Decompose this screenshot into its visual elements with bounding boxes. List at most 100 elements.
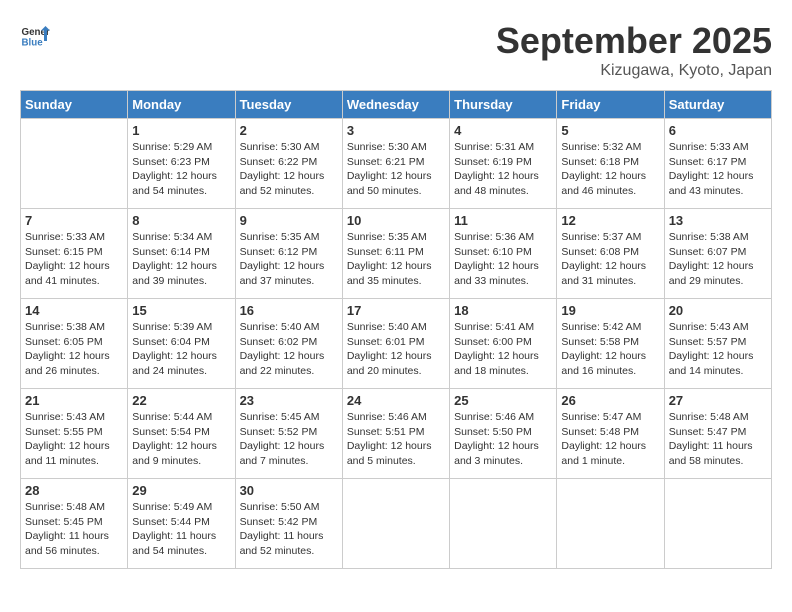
day-info: Sunrise: 5:29 AM Sunset: 6:23 PM Dayligh… xyxy=(132,140,230,199)
calendar-cell: 16 Sunrise: 5:40 AM Sunset: 6:02 PM Dayli… xyxy=(235,299,342,389)
svg-text:Blue: Blue xyxy=(22,38,44,49)
calendar-cell: 22Sunrise: 5:44 AM Sunset: 5:54 PM Dayli… xyxy=(128,389,235,479)
calendar-cell xyxy=(342,479,449,569)
month-title: September 2025 xyxy=(496,20,772,62)
calendar-cell: 7 Sunrise: 5:33 AM Sunset: 6:15 PM Daylig… xyxy=(21,209,128,299)
weekday-header: Friday xyxy=(557,91,664,119)
day-info: Sunrise: 5:43 AM Sunset: 5:55 PM Dayligh… xyxy=(25,410,123,469)
calendar-cell: 13 Sunrise: 5:38 AM Sunset: 6:07 PM Dayli… xyxy=(664,209,771,299)
calendar-cell: 14Sunrise: 5:38 AM Sunset: 6:05 PM Dayli… xyxy=(21,299,128,389)
day-info: Sunrise: 5:46 AM Sunset: 5:51 PM Dayligh… xyxy=(347,410,445,469)
day-info: Sunrise: 5:38 AM Sunset: 6:05 PM Dayligh… xyxy=(25,320,123,379)
day-number: 27 xyxy=(669,393,767,408)
calendar-week-row: 21 Sunrise: 5:43 AM Sunset: 5:55 PM Dayli… xyxy=(21,389,772,479)
calendar-cell: 29 Sunrise: 5:49 AM Sunset: 5:44 PM Dayli… xyxy=(128,479,235,569)
calendar-cell: 11 Sunrise: 5:36 AM Sunset: 6:10 PM Dayli… xyxy=(450,209,557,299)
weekday-header-row: SundayMondayTuesdayWednesdayThursdayFrid… xyxy=(21,91,772,119)
calendar-cell: 26 Sunrise: 5:47 AM Sunset: 5:48 PM Dayli… xyxy=(557,389,664,479)
weekday-header: Sunday xyxy=(21,91,128,119)
calendar-cell: 5Sunrise: 5:32 AM Sunset: 6:18 PM Daylig… xyxy=(557,119,664,209)
calendar-week-row: 7 Sunrise: 5:33 AM Sunset: 6:15 PM Daylig… xyxy=(21,209,772,299)
day-number: 17 xyxy=(347,303,445,318)
day-info: Sunrise: 5:39 AM Sunset: 6:04 PM Dayligh… xyxy=(132,320,230,379)
day-number: 11 xyxy=(454,213,552,228)
location: Kizugawa, Kyoto, Japan xyxy=(496,62,772,80)
calendar-cell: 30 Sunrise: 5:50 AM Sunset: 5:42 PM Dayli… xyxy=(235,479,342,569)
day-number: 16 xyxy=(240,303,338,318)
day-number: 3 xyxy=(347,123,445,138)
calendar-cell: 21 Sunrise: 5:43 AM Sunset: 5:55 PM Dayli… xyxy=(21,389,128,479)
logo-icon: General Blue xyxy=(20,20,50,50)
day-info: Sunrise: 5:33 AM Sunset: 6:17 PM Dayligh… xyxy=(669,140,767,199)
day-info: Sunrise: 5:38 AM Sunset: 6:07 PM Dayligh… xyxy=(669,230,767,289)
calendar-cell: 8Sunrise: 5:34 AM Sunset: 6:14 PM Daylig… xyxy=(128,209,235,299)
day-info: Sunrise: 5:41 AM Sunset: 6:00 PM Dayligh… xyxy=(454,320,552,379)
calendar-cell: 4 Sunrise: 5:31 AM Sunset: 6:19 PM Daylig… xyxy=(450,119,557,209)
day-info: Sunrise: 5:48 AM Sunset: 5:45 PM Dayligh… xyxy=(25,500,123,559)
weekday-header: Tuesday xyxy=(235,91,342,119)
day-number: 29 xyxy=(132,483,230,498)
day-number: 26 xyxy=(561,393,659,408)
day-info: Sunrise: 5:42 AM Sunset: 5:58 PM Dayligh… xyxy=(561,320,659,379)
day-info: Sunrise: 5:49 AM Sunset: 5:44 PM Dayligh… xyxy=(132,500,230,559)
day-number: 15 xyxy=(132,303,230,318)
calendar-cell: 17 Sunrise: 5:40 AM Sunset: 6:01 PM Dayli… xyxy=(342,299,449,389)
day-info: Sunrise: 5:36 AM Sunset: 6:10 PM Dayligh… xyxy=(454,230,552,289)
logo: General Blue xyxy=(20,20,50,50)
calendar-cell: 18 Sunrise: 5:41 AM Sunset: 6:00 PM Dayli… xyxy=(450,299,557,389)
calendar-cell xyxy=(21,119,128,209)
day-info: Sunrise: 5:45 AM Sunset: 5:52 PM Dayligh… xyxy=(240,410,338,469)
day-number: 18 xyxy=(454,303,552,318)
day-number: 23 xyxy=(240,393,338,408)
calendar-cell: 23 Sunrise: 5:45 AM Sunset: 5:52 PM Dayli… xyxy=(235,389,342,479)
day-number: 28 xyxy=(25,483,123,498)
day-info: Sunrise: 5:35 AM Sunset: 6:11 PM Dayligh… xyxy=(347,230,445,289)
weekday-header: Saturday xyxy=(664,91,771,119)
day-number: 5 xyxy=(561,123,659,138)
day-info: Sunrise: 5:33 AM Sunset: 6:15 PM Dayligh… xyxy=(25,230,123,289)
day-number: 20 xyxy=(669,303,767,318)
page-header: General Blue September 2025 Kizugawa, Ky… xyxy=(20,20,772,80)
day-number: 1 xyxy=(132,123,230,138)
calendar-cell: 2 Sunrise: 5:30 AM Sunset: 6:22 PM Daylig… xyxy=(235,119,342,209)
day-info: Sunrise: 5:44 AM Sunset: 5:54 PM Dayligh… xyxy=(132,410,230,469)
day-number: 10 xyxy=(347,213,445,228)
calendar-cell xyxy=(664,479,771,569)
calendar-cell: 9Sunrise: 5:35 AM Sunset: 6:12 PM Daylig… xyxy=(235,209,342,299)
calendar-cell: 1 Sunrise: 5:29 AM Sunset: 6:23 PM Daylig… xyxy=(128,119,235,209)
day-info: Sunrise: 5:40 AM Sunset: 6:01 PM Dayligh… xyxy=(347,320,445,379)
day-info: Sunrise: 5:47 AM Sunset: 5:48 PM Dayligh… xyxy=(561,410,659,469)
day-number: 19 xyxy=(561,303,659,318)
calendar-cell: 19 Sunrise: 5:42 AM Sunset: 5:58 PM Dayli… xyxy=(557,299,664,389)
day-number: 12 xyxy=(561,213,659,228)
day-number: 4 xyxy=(454,123,552,138)
calendar-week-row: 1 Sunrise: 5:29 AM Sunset: 6:23 PM Daylig… xyxy=(21,119,772,209)
title-block: September 2025 Kizugawa, Kyoto, Japan xyxy=(496,20,772,80)
calendar-cell xyxy=(450,479,557,569)
calendar-cell: 24Sunrise: 5:46 AM Sunset: 5:51 PM Dayli… xyxy=(342,389,449,479)
day-number: 25 xyxy=(454,393,552,408)
calendar-cell: 27 Sunrise: 5:48 AM Sunset: 5:47 PM Dayli… xyxy=(664,389,771,479)
weekday-header: Monday xyxy=(128,91,235,119)
day-number: 30 xyxy=(240,483,338,498)
calendar-table: SundayMondayTuesdayWednesdayThursdayFrid… xyxy=(20,90,772,569)
day-info: Sunrise: 5:48 AM Sunset: 5:47 PM Dayligh… xyxy=(669,410,767,469)
day-info: Sunrise: 5:50 AM Sunset: 5:42 PM Dayligh… xyxy=(240,500,338,559)
calendar-cell: 6Sunrise: 5:33 AM Sunset: 6:17 PM Daylig… xyxy=(664,119,771,209)
day-info: Sunrise: 5:46 AM Sunset: 5:50 PM Dayligh… xyxy=(454,410,552,469)
calendar-cell: 10 Sunrise: 5:35 AM Sunset: 6:11 PM Dayli… xyxy=(342,209,449,299)
day-info: Sunrise: 5:31 AM Sunset: 6:19 PM Dayligh… xyxy=(454,140,552,199)
day-number: 2 xyxy=(240,123,338,138)
day-number: 13 xyxy=(669,213,767,228)
calendar-cell: 20Sunrise: 5:43 AM Sunset: 5:57 PM Dayli… xyxy=(664,299,771,389)
calendar-cell: 12 Sunrise: 5:37 AM Sunset: 6:08 PM Dayli… xyxy=(557,209,664,299)
weekday-header: Wednesday xyxy=(342,91,449,119)
day-number: 7 xyxy=(25,213,123,228)
calendar-cell: 15 Sunrise: 5:39 AM Sunset: 6:04 PM Dayli… xyxy=(128,299,235,389)
day-info: Sunrise: 5:30 AM Sunset: 6:22 PM Dayligh… xyxy=(240,140,338,199)
day-info: Sunrise: 5:34 AM Sunset: 6:14 PM Dayligh… xyxy=(132,230,230,289)
day-number: 21 xyxy=(25,393,123,408)
calendar-week-row: 14Sunrise: 5:38 AM Sunset: 6:05 PM Dayli… xyxy=(21,299,772,389)
day-info: Sunrise: 5:40 AM Sunset: 6:02 PM Dayligh… xyxy=(240,320,338,379)
day-info: Sunrise: 5:37 AM Sunset: 6:08 PM Dayligh… xyxy=(561,230,659,289)
